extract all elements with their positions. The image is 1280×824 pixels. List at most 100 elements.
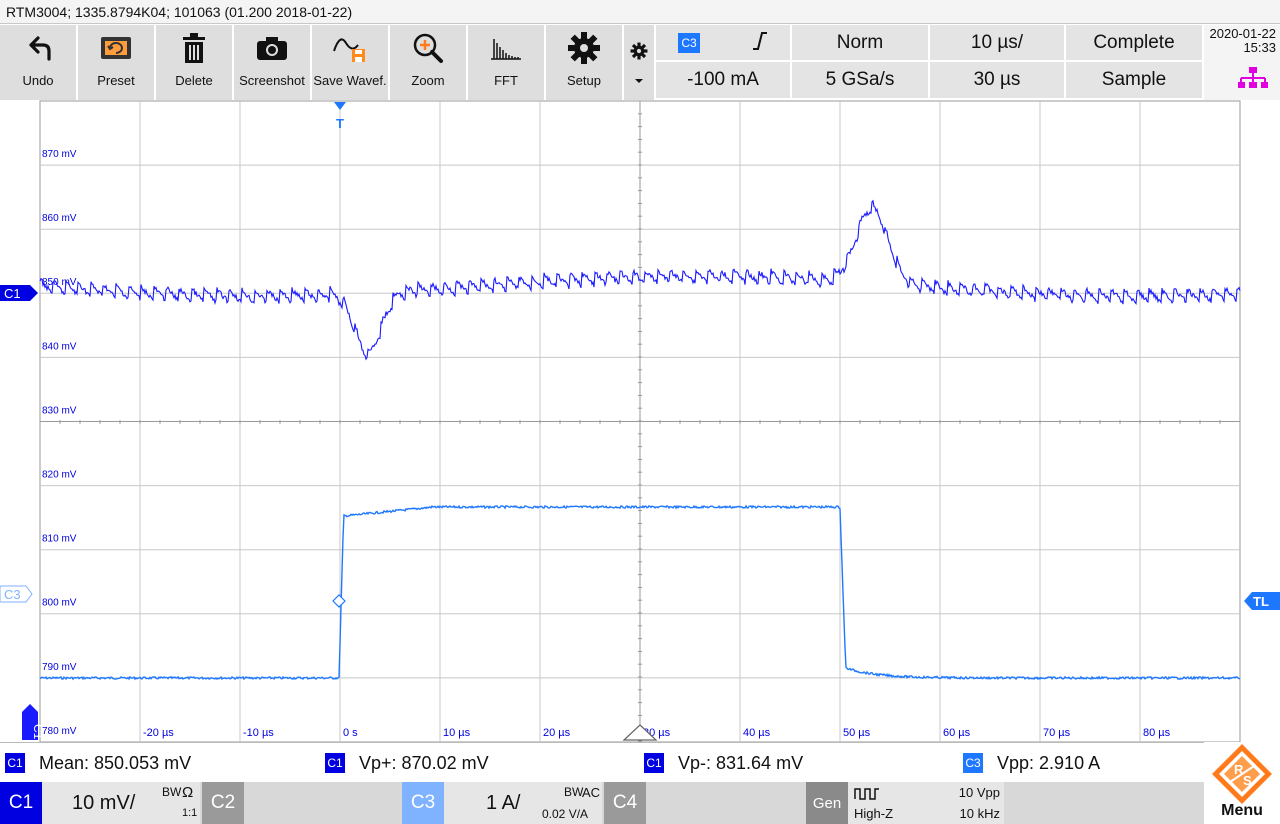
screenshot-button[interactable]: Screenshot	[234, 25, 312, 100]
square-wave-icon	[854, 788, 879, 800]
c1-offset-marker[interactable]: C1	[0, 285, 38, 301]
trigger-marker-label: T	[336, 116, 344, 131]
fft-button[interactable]: FFT	[468, 25, 546, 100]
measurement-source-chip: C1	[325, 753, 345, 773]
zoom-button[interactable]: Zoom	[390, 25, 468, 100]
acquisition-state[interactable]: Complete	[1066, 25, 1204, 62]
undo-icon	[23, 25, 53, 71]
generator-amplitude: 10 Vpp	[958, 785, 1000, 800]
sample-rate[interactable]: 5 GSa/s	[792, 62, 930, 100]
acquisition-mode[interactable]: Sample	[1066, 62, 1204, 100]
save-waveform-button[interactable]: Save Wavef.	[312, 25, 390, 100]
setup-label: Setup	[567, 73, 601, 88]
x-axis-label: 10 µs	[443, 727, 471, 739]
channel-c2-tab[interactable]: C2	[202, 782, 244, 824]
x-axis-label: -10 µs	[243, 727, 274, 739]
clock-date: 2020-01-22	[1209, 26, 1277, 41]
measurement-value: Vp-: 831.64 mV	[678, 752, 804, 773]
measurement-mean[interactable]: C1 Mean: 850.053 mV	[5, 751, 191, 775]
trigger-level[interactable]: -100 mA	[656, 62, 792, 100]
undo-label: Undo	[22, 73, 54, 88]
y-axis-label: 790 mV	[42, 662, 77, 673]
menu-button[interactable]: R S Menu	[1204, 742, 1280, 824]
generator-frequency: 10 kHz	[959, 806, 1000, 821]
gear-icon	[567, 25, 601, 71]
trigger-source-chip: C3	[678, 33, 700, 53]
channel-c2-info[interactable]	[244, 782, 402, 824]
measurement-value: Vpp: 2.910 A	[997, 752, 1101, 773]
svg-text:S: S	[1243, 773, 1252, 788]
delete-button[interactable]: Delete	[156, 25, 234, 100]
c3-bandwidth: BW	[564, 785, 584, 799]
x-axis-label: 60 µs	[943, 727, 971, 739]
clock-time: 15:33	[1243, 40, 1276, 55]
channel-bar: C1 10 mV/ BW Ω 1:1 C2 C3 1 A/ BW AC 0.02…	[0, 782, 1280, 824]
tl-marker-label: TL	[1253, 594, 1269, 609]
c1-bandwidth: BW	[162, 785, 182, 799]
network-icon	[1238, 67, 1268, 88]
x-axis-label: 80 µs	[1143, 727, 1171, 739]
undo-button[interactable]: Undo	[0, 25, 78, 100]
setup-button[interactable]: Setup	[546, 25, 624, 100]
zoom-icon	[412, 25, 444, 71]
y-axis-label: 830 mV	[42, 405, 77, 416]
x-axis-label: 0 s	[343, 727, 358, 739]
channel-c3-tab[interactable]: C3	[402, 782, 444, 824]
measurement-vp-minus[interactable]: C1 Vp-: 831.64 mV	[644, 751, 803, 775]
rohde-schwarz-logo-icon: R S	[1212, 744, 1272, 804]
preset-button[interactable]: Preset	[78, 25, 156, 100]
measurement-vp-plus[interactable]: C1 Vp+: 870.02 mV	[325, 751, 489, 775]
c3-coupling: AC	[582, 785, 601, 800]
trigger-mode[interactable]: Norm	[792, 25, 930, 62]
c3-marker-label: C3	[4, 587, 21, 602]
trigger-level-marker[interactable]: TL	[1244, 592, 1280, 610]
rising-edge-icon	[752, 31, 768, 56]
c1-probe: 1:1	[182, 807, 198, 819]
c1-coupling: Ω	[182, 784, 194, 801]
c3-probe: 0.02 V/A	[542, 807, 589, 821]
delete-label: Delete	[175, 73, 213, 88]
generator-info[interactable]: High-Z 10 Vpp 10 kHz	[848, 782, 1004, 824]
measurement-vpp[interactable]: C3 Vpp: 2.910 A	[963, 751, 1100, 775]
channel-c4-tab[interactable]: C4	[604, 782, 646, 824]
measurement-value: Vp+: 870.02 mV	[359, 752, 489, 773]
y-axis-label: 780 mV	[42, 726, 77, 737]
y-axis-label: 820 mV	[42, 470, 77, 481]
c1-scale: 10 mV/	[72, 792, 136, 814]
y-axis-label: 810 mV	[42, 534, 77, 545]
trigger-settings-button[interactable]	[624, 25, 654, 100]
channel-c3-info[interactable]: 1 A/ BW AC 0.02 V/A	[444, 782, 602, 824]
generator-impedance: High-Z	[854, 806, 894, 821]
preset-label: Preset	[97, 73, 135, 88]
fft-icon	[489, 25, 523, 71]
measurement-value: Mean: 850.053 mV	[39, 752, 192, 773]
y-axis-label: 860 mV	[42, 213, 77, 224]
measurement-source-chip: C1	[5, 753, 25, 773]
y-axis-label: 800 mV	[42, 598, 77, 609]
save-waveform-icon	[332, 25, 368, 71]
x-axis-label: 70 µs	[1043, 727, 1071, 739]
chevron-down-icon	[635, 78, 643, 83]
zoom-label: Zoom	[411, 73, 445, 88]
x-axis-label: 50 µs	[843, 727, 871, 739]
trigger-source-slope[interactable]: C3	[656, 25, 792, 62]
menu-label: Menu	[1221, 802, 1263, 819]
small-gear-icon	[630, 42, 648, 59]
channel-c1-tab[interactable]: C1	[0, 782, 42, 824]
generator-tab[interactable]: Gen	[806, 782, 848, 824]
y-axis-label: 870 mV	[42, 149, 77, 160]
channel-c1-info[interactable]: 10 mV/ BW Ω 1:1	[42, 782, 200, 824]
fft-label: FFT	[494, 73, 518, 88]
channel-c4-info[interactable]	[646, 782, 804, 824]
waveform-display[interactable]: 870 mV860 mV850 mV840 mV830 mV820 mV810 …	[0, 100, 1280, 742]
trash-icon	[181, 25, 207, 71]
c3-offset-marker[interactable]: C3	[0, 585, 33, 603]
measurement-bar: C1 Mean: 850.053 mV C1 Vp+: 870.02 mV C1…	[0, 742, 1280, 783]
x-axis-label: -20 µs	[143, 727, 174, 739]
title-bar: RTM3004; 1335.8794K04; 101063 (01.200 20…	[0, 0, 1280, 24]
timebase[interactable]: 10 µs/	[930, 25, 1066, 62]
x-axis-label: 20 µs	[543, 727, 571, 739]
c1-marker-label: C1	[4, 286, 21, 301]
measurement-source-chip: C3	[963, 753, 983, 773]
record-length[interactable]: 30 µs	[930, 62, 1066, 100]
